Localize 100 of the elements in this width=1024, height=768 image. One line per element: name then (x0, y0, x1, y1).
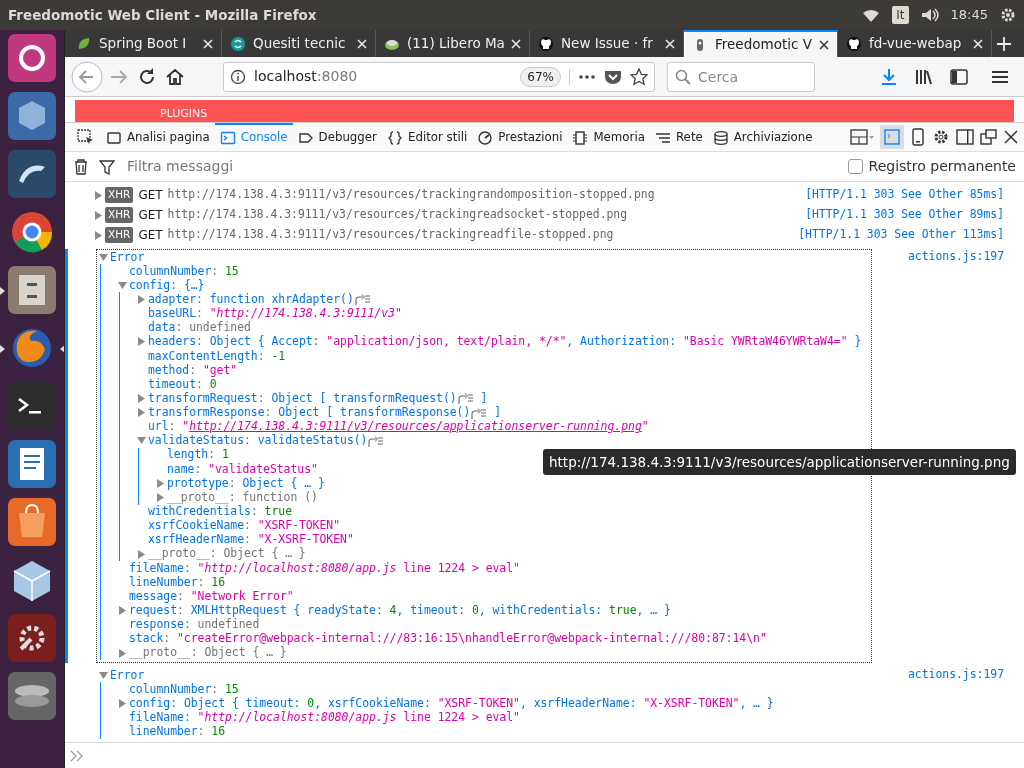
request-method: GET (138, 187, 163, 204)
settings-icon[interactable] (932, 128, 950, 146)
chip-icon (572, 130, 589, 146)
close-tab-icon[interactable] (819, 39, 829, 50)
expand-arrow-icon[interactable] (137, 436, 146, 446)
wifi-icon[interactable] (862, 8, 881, 22)
request-type-tag: XHR (105, 207, 134, 223)
pocket-icon[interactable] (604, 68, 622, 85)
expand-arrow-icon[interactable] (137, 393, 146, 403)
checkbox[interactable] (847, 159, 863, 174)
devtools-tab[interactable]: Editor stili (381, 123, 473, 151)
status-link[interactable]: [HTTP/1.1 303 See Other 113ms] (798, 226, 1004, 244)
request-type-tag: XHR (105, 187, 134, 203)
close-icon[interactable] (1004, 130, 1018, 144)
download-icon[interactable] (880, 67, 898, 86)
shopping-bag-icon[interactable] (7, 497, 57, 547)
request-url[interactable]: http://174.138.4.3:9111/v3/resources/trackingreadsocket-stopped.png (167, 206, 628, 224)
star-icon[interactable] (630, 67, 648, 86)
source-link[interactable]: actions.js:197 (908, 667, 1004, 682)
expand-arrow-icon[interactable] (118, 280, 127, 290)
cube-icon[interactable] (7, 91, 57, 141)
library-icon[interactable] (914, 67, 934, 86)
expand-arrow-icon[interactable] (118, 698, 127, 708)
expand-arrow-icon[interactable] (118, 606, 127, 616)
property-line: method: "get" (148, 362, 238, 378)
terminal-icon[interactable] (7, 381, 57, 431)
filter-icon (99, 158, 115, 175)
property-line: config: {…} (129, 276, 205, 293)
property-line: transformResponse: Object [ transformResponse() (148, 405, 471, 420)
windows-icon[interactable] (980, 129, 998, 145)
info-icon[interactable] (230, 68, 246, 85)
menu-icon[interactable] (992, 68, 1010, 85)
property-line: xsrfHeaderName: "X-XSRF-TOKEN" (148, 531, 354, 547)
inspector-icon (106, 130, 122, 146)
request-url[interactable]: http://174.138.4.3:9111/v3/resources/trackingreadfile-stopped.png (167, 226, 614, 244)
expand-arrow-icon[interactable] (156, 478, 165, 488)
property-line: ] (479, 389, 488, 407)
property-line: __proto__: function () (167, 489, 318, 505)
checkbox-label: Registro permanente (868, 157, 1016, 176)
zoom-level-button[interactable]: 67% (520, 66, 561, 87)
error-title: Error (110, 248, 145, 265)
property-line: url: "http://174.138.4.3:9111/v3/resources/applicationserver-running.png" (148, 419, 649, 434)
property-line: stack: "createError@webpack-internal:///83:16:15\nhandleError@webpack-internal:///80:87:14\n" (129, 631, 767, 646)
source-link[interactable]: actions.js:197 (908, 249, 1004, 264)
gear-icon[interactable] (1000, 7, 1016, 23)
volume-icon[interactable] (920, 8, 939, 22)
expand-arrow-icon[interactable] (137, 549, 146, 559)
tooltip: http://174.138.4.3:9111/v3/resources/applicationserver-running.png (543, 449, 1016, 476)
expand-arrow-icon[interactable] (137, 408, 146, 418)
round-logo-icon (538, 35, 554, 52)
window-title: Freedomotic Web Client - Mozilla Firefox (8, 5, 317, 25)
devtools-tab[interactable]: Debugger (292, 123, 382, 151)
devtools-tab[interactable]: Rete (649, 123, 708, 151)
property-line: timeout: 0 (148, 376, 217, 392)
round-logo-icon (846, 35, 862, 52)
file-cabinet-icon[interactable] (7, 265, 57, 315)
expand-arrow-icon[interactable] (156, 492, 165, 502)
dock-side-icon[interactable] (956, 129, 974, 145)
devtools-tab[interactable]: Analisi pagina (101, 123, 215, 151)
tag-icon (297, 130, 314, 146)
request-url[interactable]: http://174.138.4.3:9111/v3/resources/trackingrandomposition-stopped.png (167, 186, 655, 204)
clock[interactable]: 18:45 (950, 5, 988, 25)
prompt-icon (69, 748, 85, 763)
expand-arrow-icon[interactable] (137, 337, 146, 347)
status-link[interactable]: [HTTP/1.1 303 See Other 89ms] (805, 206, 1004, 224)
browser-tab[interactable]: Freedomotic V (684, 30, 838, 57)
wrench-gear-icon[interactable] (7, 613, 57, 663)
property-line: message: "Network Error" (129, 587, 294, 605)
dolphin-icon[interactable] (7, 149, 57, 199)
console-icon (219, 130, 236, 146)
request-method: GET (138, 227, 163, 244)
element-picker-icon[interactable] (77, 129, 95, 145)
sidebar-icon[interactable] (950, 68, 968, 85)
new-tab-icon[interactable] (996, 35, 1012, 52)
back-icon[interactable] (71, 60, 103, 93)
request-type-tag: XHR (105, 227, 134, 243)
search-icon (675, 68, 691, 85)
devtools-tab[interactable]: Archiviazione (707, 123, 818, 151)
devtools-tab[interactable]: Memoria (567, 123, 650, 151)
gauge-icon (477, 130, 494, 146)
expand-arrow-icon[interactable] (99, 670, 108, 680)
disk-stack-icon[interactable] (7, 671, 57, 721)
document-icon[interactable] (7, 439, 57, 489)
keyboard-layout-indicator[interactable]: It (892, 6, 909, 24)
network-lines-icon (654, 130, 671, 146)
property-line: xsrfCookieName: "XSRF-TOKEN" (148, 517, 341, 533)
devtools-tab[interactable]: Prestazioni (472, 123, 568, 151)
address-field[interactable]: localhost:8080 67% (223, 61, 655, 92)
expand-arrow-icon[interactable] (118, 648, 127, 658)
status-link[interactable]: [HTTP/1.1 303 See Other 85ms] (805, 186, 1004, 204)
phone-icon[interactable] (910, 128, 926, 146)
page-header-label: PLUGINS (160, 107, 208, 120)
property-line: withCredentials: true (148, 504, 293, 519)
expand-arrow-icon[interactable] (137, 295, 146, 304)
search-field[interactable]: Cerca (667, 61, 815, 92)
more-icon[interactable] (569, 68, 596, 85)
property-line: __proto__: Object { … } (129, 645, 287, 662)
circle-logo-icon[interactable] (7, 33, 57, 83)
trash-icon[interactable] (73, 158, 89, 175)
expand-arrow-icon[interactable] (99, 252, 108, 262)
